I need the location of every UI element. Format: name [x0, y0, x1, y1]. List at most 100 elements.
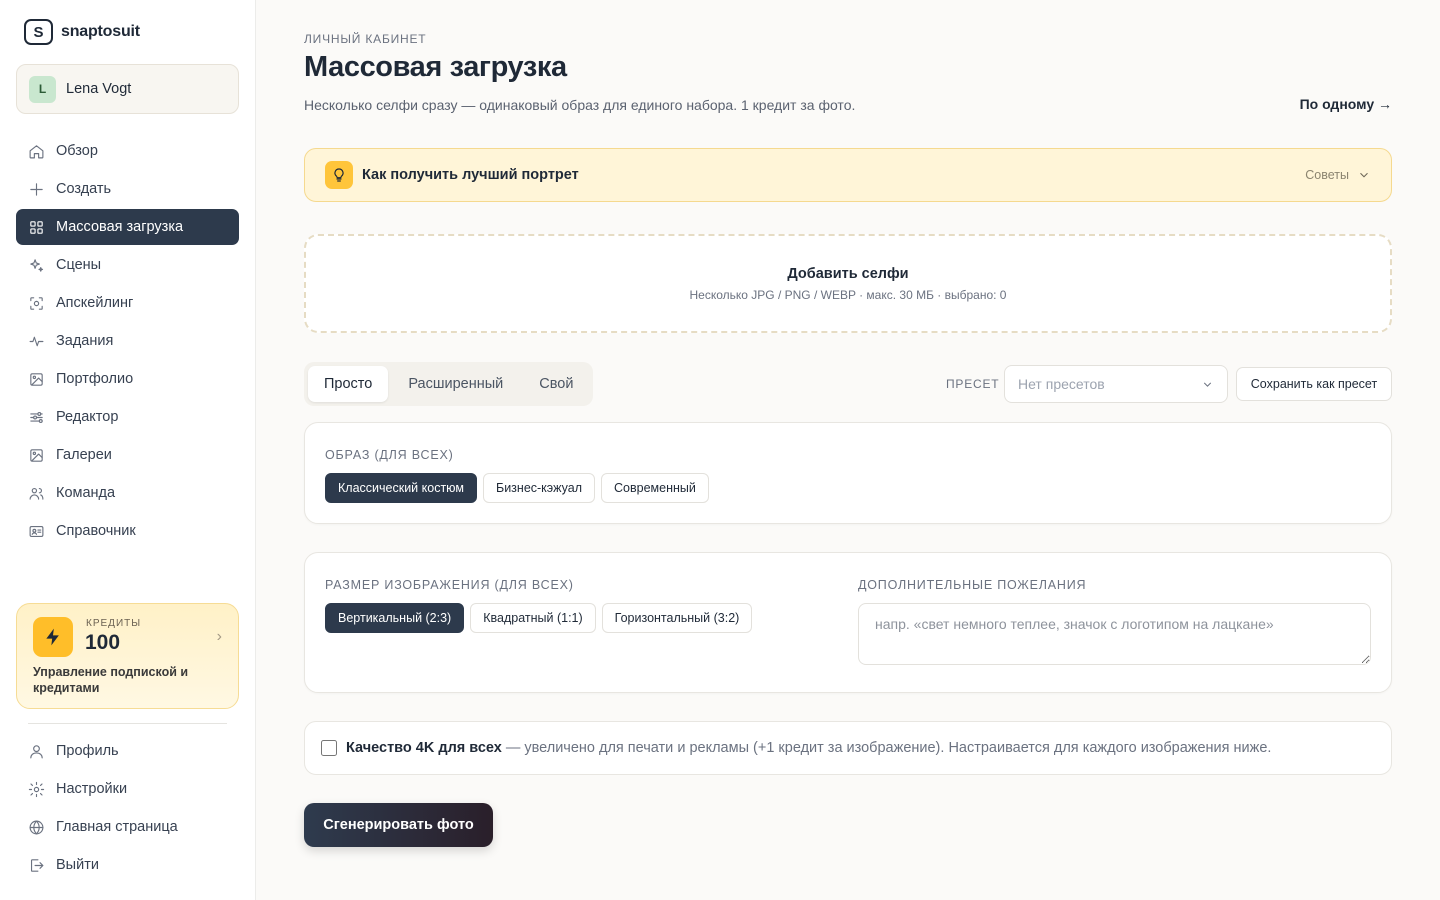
scan-icon — [28, 295, 45, 312]
gallery-icon — [28, 447, 45, 464]
main-nav: Обзор Создать Массовая загрузка Сцены Апскей… — [16, 133, 239, 551]
sidebar-item-home[interactable]: Обзор — [16, 133, 239, 169]
look-option-chip[interactable]: Классический костюм — [325, 473, 477, 503]
quality-title: Качество 4K для всех — [346, 740, 502, 756]
sparkles-icon — [28, 257, 45, 274]
sidebar-item-label: Команда — [56, 485, 116, 501]
sidebar-item-label: Выйти — [56, 857, 99, 873]
sidebar-divider — [28, 723, 227, 724]
avatar: L — [29, 75, 56, 103]
size-option-chip[interactable]: Горизонтальный (3:2) — [601, 603, 753, 633]
globe-icon — [28, 819, 45, 836]
page-subtitle: Несколько селфи сразу — одинаковый образ… — [304, 97, 856, 113]
plus-icon — [28, 181, 45, 198]
lightning-icon — [33, 617, 73, 657]
logout-icon — [28, 857, 45, 874]
sidebar-item-label: Редактор — [56, 409, 119, 425]
sidebar-item-logout[interactable]: Выйти — [16, 847, 239, 883]
sidebar-item-label: Главная страница — [56, 819, 178, 835]
dropzone-title: Добавить селфи — [787, 266, 909, 282]
sidebar-item-plus[interactable]: Создать — [16, 171, 239, 207]
size-card: РАЗМЕР ИЗОБРАЖЕНИЯ (ДЛЯ ВСЕХ) Вертикальн… — [304, 552, 1392, 693]
look-label: ОБРАЗ (ДЛЯ ВСЕХ) — [325, 448, 454, 462]
generate-button[interactable]: Сгенерировать фото — [304, 803, 493, 847]
home-icon — [28, 143, 45, 160]
sidebar-item-id-card[interactable]: Справочник — [16, 513, 239, 549]
look-option-chip[interactable]: Современный — [601, 473, 709, 503]
image-icon — [28, 371, 45, 388]
gear-icon — [28, 781, 45, 798]
sliders-icon — [28, 409, 45, 426]
wishes-label: ДОПОЛНИТЕЛЬНЫЕ ПОЖЕЛАНИЯ — [858, 578, 1087, 592]
tips-banner[interactable]: Как получить лучший портрет Советы — [304, 148, 1392, 202]
sidebar-item-scan[interactable]: Апскейлинг — [16, 285, 239, 321]
tips-toggle-label: Советы — [1305, 168, 1349, 182]
quality-description: — увеличено для печати и рекламы (+1 кре… — [505, 740, 1272, 756]
save-preset-button[interactable]: Сохранить как пресет — [1236, 367, 1392, 401]
sidebar-item-label: Создать — [56, 181, 112, 197]
tab-mode-2[interactable]: Свой — [523, 366, 589, 402]
sidebar-item-user[interactable]: Профиль — [16, 733, 239, 769]
sidebar-item-label: Профиль — [56, 743, 119, 759]
look-option-chip[interactable]: Бизнес-кэжуал — [483, 473, 596, 503]
page-title: Массовая загрузка — [304, 51, 567, 83]
quality-4k-option[interactable]: Качество 4K для всех — увеличено для печ… — [304, 721, 1392, 775]
chevron-down-icon — [1203, 382, 1212, 387]
tips-toggle[interactable]: Советы — [1305, 168, 1371, 182]
sidebar: S snaptosuit L Lena Vogt Обзор Создать Мас… — [0, 0, 256, 900]
activity-icon — [28, 333, 45, 350]
tips-title: Как получить лучший портрет — [362, 167, 579, 183]
sidebar-item-label: Настройки — [56, 781, 128, 797]
selfie-dropzone[interactable]: Добавить селфи Несколько JPG / PNG / WEB… — [304, 234, 1392, 333]
brand-name: snaptosuit — [61, 23, 140, 40]
eyebrow: ЛИЧНЫЙ КАБИНЕТ — [304, 32, 427, 46]
size-options: Вертикальный (2:3) Квадратный (1:1) Горизо… — [325, 603, 753, 633]
brand-logo[interactable]: S snaptosuit — [24, 19, 140, 45]
user-name: Lena Vogt — [66, 81, 132, 97]
chevron-right-icon: › — [216, 628, 222, 645]
sidebar-item-sliders[interactable]: Редактор — [16, 399, 239, 435]
credits-card[interactable]: КРЕДИТЫ 100 › Управление подпиской и кре… — [16, 603, 239, 709]
sidebar-item-label: Обзор — [56, 143, 98, 159]
sidebar-item-label: Сцены — [56, 257, 102, 273]
sidebar-item-label: Справочник — [56, 523, 136, 539]
look-card: ОБРАЗ (ДЛЯ ВСЕХ) Классический костюм Бизн… — [304, 422, 1392, 524]
size-label: РАЗМЕР ИЗОБРАЖЕНИЯ (ДЛЯ ВСЕХ) — [325, 578, 574, 592]
preset-label: ПРЕСЕТ — [946, 377, 1000, 391]
grid-icon — [28, 219, 45, 236]
tab-mode-0[interactable]: Просто — [308, 366, 389, 402]
lightbulb-icon — [325, 161, 353, 189]
one-by-one-link[interactable]: По одному → — [1300, 96, 1392, 112]
size-option-chip[interactable]: Квадратный (1:1) — [470, 603, 596, 633]
sidebar-item-label: Массовая загрузка — [56, 219, 184, 235]
id-card-icon — [28, 523, 45, 540]
preset-select-value: Нет пресетов — [1018, 376, 1105, 392]
bottom-nav: Профиль Настройки Главная страница Выйти — [16, 733, 239, 885]
dropzone-subtitle: Несколько JPG / PNG / WEBP · макс. 30 МБ… — [689, 288, 1007, 302]
quality-4k-checkbox[interactable] — [321, 740, 337, 756]
sidebar-item-label: Галереи — [56, 447, 112, 463]
sidebar-item-gallery[interactable]: Галереи — [16, 437, 239, 473]
sidebar-item-label: Портфолио — [56, 371, 134, 387]
sidebar-item-gear[interactable]: Настройки — [16, 771, 239, 807]
sidebar-item-globe[interactable]: Главная страница — [16, 809, 239, 845]
main-content: ЛИЧНЫЙ КАБИНЕТ Массовая загрузка Несколь… — [256, 0, 1440, 900]
sidebar-item-activity[interactable]: Задания — [16, 323, 239, 359]
tab-mode-1[interactable]: Расширенный — [392, 366, 519, 402]
user-icon — [28, 743, 45, 760]
sidebar-item-label: Апскейлинг — [56, 295, 134, 311]
credits-value: 100 — [85, 631, 121, 654]
sidebar-item-image[interactable]: Портфолио — [16, 361, 239, 397]
sidebar-item-sparkles[interactable]: Сцены — [16, 247, 239, 283]
user-card[interactable]: L Lena Vogt — [16, 64, 239, 114]
mode-tabs: Просто Расширенный Свой — [304, 362, 594, 406]
users-icon — [28, 485, 45, 502]
look-options: Классический костюм Бизнес-кэжуал Современ… — [325, 473, 709, 503]
preset-select[interactable]: Нет пресетов — [1004, 365, 1228, 403]
credits-label: КРЕДИТЫ — [86, 618, 142, 629]
wishes-textarea[interactable] — [858, 603, 1371, 665]
chevron-down-icon — [1360, 172, 1368, 178]
sidebar-item-grid[interactable]: Массовая загрузка — [16, 209, 239, 245]
size-option-chip[interactable]: Вертикальный (2:3) — [325, 603, 465, 633]
sidebar-item-users[interactable]: Команда — [16, 475, 239, 511]
